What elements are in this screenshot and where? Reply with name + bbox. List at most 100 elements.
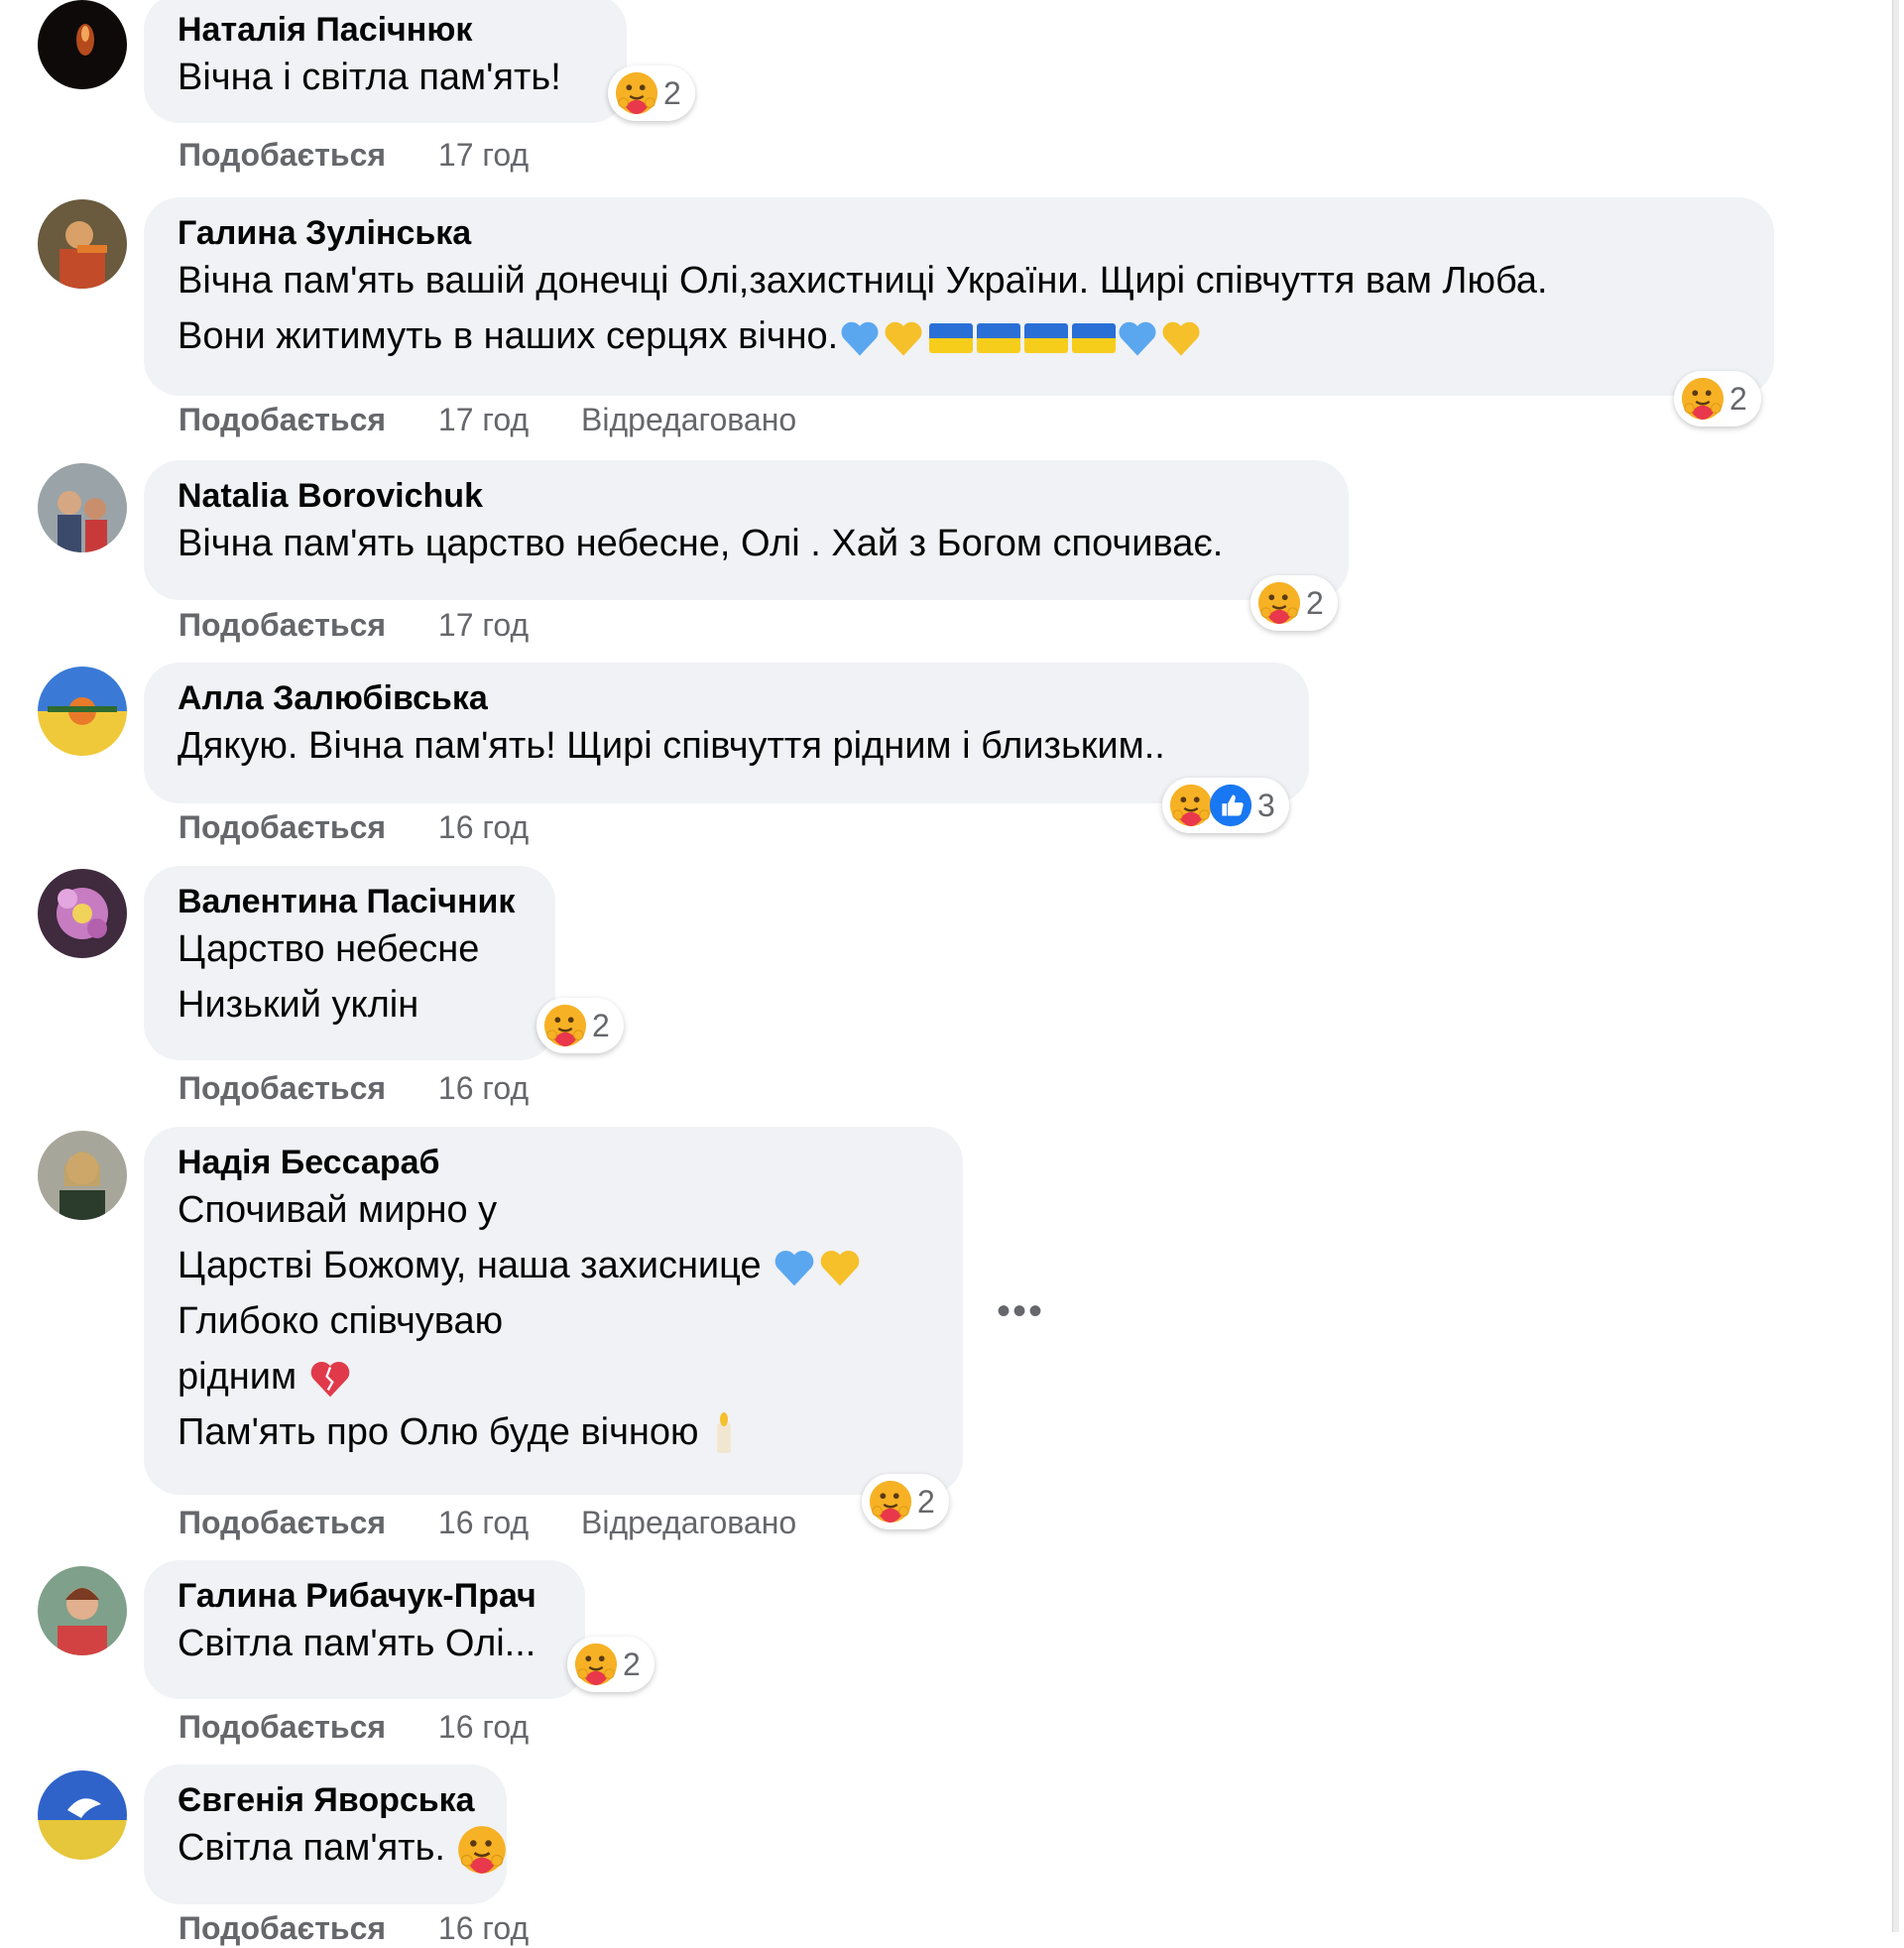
care-reaction-icon [1256,580,1302,626]
comment-text: Вічна пам'ять царство небесне, Олі . Хай… [178,523,1224,564]
ukraine-flag-emoji [1072,322,1117,353]
comment-bubble: Валентина Пасічник Царство небесне Низьк… [144,866,555,1060]
comment-text: Царство небесне [178,928,480,970]
like-button[interactable]: Подобається [178,1070,386,1106]
comment-author[interactable]: Natalia Borovichuk [178,476,1315,516]
comment-meta: Подобається 16 год [178,1908,529,1948]
comment-text: Дякую. Вічна пам'ять! Щирі співчуття рід… [178,725,1165,767]
blue-heart-emoji [838,316,882,360]
comment-author[interactable]: Галина Рибачук-Прач [178,1576,551,1616]
avatar[interactable] [38,1566,127,1655]
like-button[interactable]: Подобається [178,1505,386,1540]
reaction-summary[interactable]: 2 [1674,371,1761,426]
comment-time[interactable]: 16 год [438,1910,529,1946]
blue-heart-emoji [772,1245,817,1290]
blue-heart-emoji [1116,316,1159,360]
comment-text: Світла пам'ять. [178,1827,445,1869]
comment-text: Царстві Божому, наша захиснице [178,1245,762,1286]
comment-text: Низький уклін [178,984,419,1026]
like-button[interactable]: Подобається [178,402,386,437]
avatar[interactable] [38,1131,127,1220]
comment-text: Вони житимуть в наших серцях вічно. [178,315,839,357]
reaction-count: 2 [623,1645,641,1682]
reaction-summary[interactable]: 2 [608,65,695,121]
comment-author[interactable]: Алла Залюбівська [178,678,1275,718]
comment-time[interactable]: 17 год [438,137,529,173]
comment-text: Вічна і світла пам'ять! [178,57,561,98]
comment-meta: Подобається 16 год [178,1707,529,1747]
reaction-summary[interactable]: 2 [567,1637,654,1692]
avatar[interactable] [38,667,127,756]
avatar[interactable] [38,463,127,552]
comment-time[interactable]: 16 год [438,1709,529,1745]
comment-time[interactable]: 16 год [438,1505,529,1540]
comment-bubble: Natalia Borovichuk Вічна пам'ять царство… [144,460,1349,600]
avatar[interactable] [38,199,127,289]
comment-text: Спочивай мирно у [178,1189,498,1231]
comment-bubble: Галина Зулінська Вічна пам'ять вашій дон… [144,197,1774,396]
like-button[interactable]: Подобається [178,607,386,643]
avatar[interactable] [38,0,127,89]
yellow-heart-emoji [1159,316,1203,360]
like-button[interactable]: Подобається [178,809,386,845]
edited-label[interactable]: Відредаговано [581,1505,796,1540]
reaction-summary[interactable]: 3 [1162,778,1289,833]
comment-author[interactable]: Валентина Пасічник [178,882,522,921]
comment-author[interactable]: Галина Зулінська [178,213,1740,253]
reaction-count: 2 [917,1483,935,1520]
avatar[interactable] [38,1770,127,1860]
comment-bubble: Наталія Пасічнюк Вічна і світла пам'ять! [144,0,627,123]
comment-bubble: Алла Залюбівська Дякую. Вічна пам'ять! Щ… [144,663,1309,803]
reaction-count: 2 [1729,380,1747,417]
comment-author[interactable]: Наталія Пасічнюк [178,10,593,50]
scrollbar[interactable] [1892,0,1899,1932]
ukraine-flag-emoji [929,322,974,353]
comment-text: Глибоко співчуваю [178,1300,504,1342]
like-button[interactable]: Подобається [178,137,386,173]
candle-emoji [717,1411,732,1453]
like-reaction-icon [1208,783,1253,828]
care-reaction-icon [868,1479,913,1524]
comment-author[interactable]: Євгенія Яворська [178,1780,475,1820]
care-reaction-icon [542,1003,588,1048]
comment-text: Світла пам'ять Олі... [178,1623,536,1664]
broken-heart-emoji [307,1356,353,1401]
ukraine-flag-emoji [977,322,1021,353]
comment-meta: Подобається 16 год [178,807,529,847]
yellow-heart-emoji [882,316,925,360]
comment-bubble: Надія Бессараб Спочивай мирно у Царстві … [144,1127,963,1495]
reaction-summary[interactable]: 2 [862,1474,949,1529]
comment-text: Пам'ять про Олю буде вічною [178,1411,699,1453]
comment-meta: Подобається 17 год [178,135,529,175]
comment-meta: Подобається 16 год Відредаговано [178,1503,796,1542]
comment-bubble: Галина Рибачук-Прач Світла пам'ять Олі..… [144,1560,585,1699]
care-reaction-icon [456,1824,508,1876]
comment-time[interactable]: 16 год [438,809,529,845]
reaction-summary[interactable]: 2 [536,998,624,1053]
reaction-count: 2 [592,1007,610,1043]
comment-bubble: Євгенія Яворська Світла пам'ять. [144,1765,507,1904]
care-reaction-icon [614,70,659,116]
care-reaction-icon [573,1642,619,1687]
comment-meta: Подобається 16 год [178,1068,529,1108]
avatar[interactable] [38,869,127,958]
comment-time[interactable]: 17 год [438,607,529,643]
reaction-count: 3 [1257,787,1275,823]
comment-text: рідним [178,1356,298,1398]
more-options-icon[interactable]: ••• [997,1289,1044,1334]
yellow-heart-emoji [817,1245,863,1290]
comment-author[interactable]: Надія Бессараб [178,1143,929,1182]
reaction-count: 2 [1306,584,1324,621]
ukraine-flag-emoji [1024,322,1069,353]
comment-meta: Подобається 17 год Відредаговано [178,400,796,439]
like-button[interactable]: Подобається [178,1709,386,1745]
edited-label[interactable]: Відредаговано [581,402,796,437]
reaction-summary[interactable]: 2 [1250,575,1338,631]
reaction-count: 2 [663,74,681,111]
comment-time[interactable]: 17 год [438,402,529,437]
comment-text: Вічна пам'ять вашій донечці Олі,захистни… [178,260,1548,302]
care-reaction-icon [1680,376,1726,422]
like-button[interactable]: Подобається [178,1910,386,1946]
comment-time[interactable]: 16 год [438,1070,529,1106]
comment-meta: Подобається 17 год [178,605,529,645]
